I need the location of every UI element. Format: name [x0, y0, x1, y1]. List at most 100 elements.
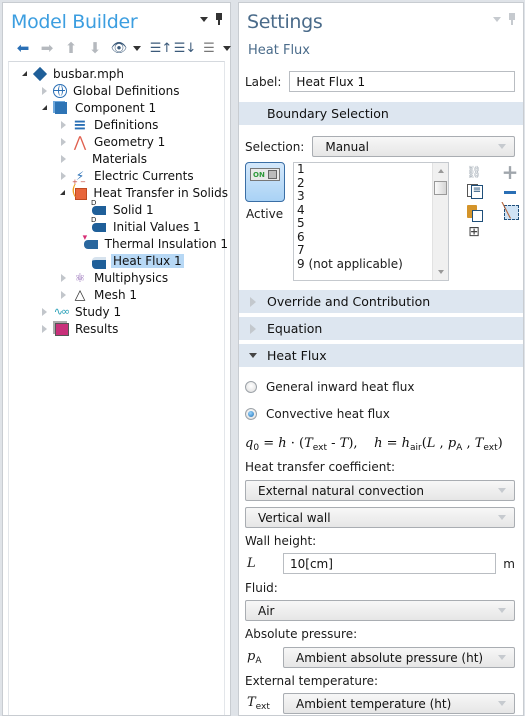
active-toggle-button[interactable]: ON	[245, 162, 285, 202]
model-tree: busbar.mph Global Definitions Component …	[3, 65, 230, 337]
on-switch-icon: ON	[250, 168, 280, 181]
htc-dropdown[interactable]: External natural convection	[245, 480, 515, 501]
move-up-icon[interactable]: ⬆	[59, 39, 83, 57]
label-input[interactable]	[289, 71, 515, 92]
panel-menu-icon[interactable]	[200, 16, 208, 22]
study-icon	[53, 305, 69, 319]
panel-controls	[200, 13, 222, 25]
list-options-dropdown[interactable]	[221, 45, 233, 51]
show-dropdown[interactable]	[131, 45, 143, 51]
boundary-feature-icon	[91, 254, 107, 269]
boundary-list-item[interactable]: 7	[294, 243, 448, 258]
expand-toggle[interactable]	[58, 154, 68, 164]
back-arrow-icon[interactable]: ⬅	[11, 39, 35, 57]
add-to-selection-icon[interactable]: +	[501, 160, 519, 184]
panel-menu-icon[interactable]	[493, 16, 501, 22]
tree-node-label: Global Definitions	[73, 83, 180, 98]
expand-toggle[interactable]	[39, 324, 49, 334]
tree-node-heat-flux[interactable]: Heat Flux 1	[3, 252, 230, 269]
clear-selection-icon[interactable]	[501, 203, 519, 221]
temp-symbol: Text	[247, 695, 270, 712]
remove-from-selection-icon[interactable]	[501, 183, 519, 201]
move-down-icon[interactable]: ⬇	[83, 39, 107, 57]
tree-node-study[interactable]: Study 1	[3, 303, 230, 320]
forward-arrow-icon[interactable]: ➡	[35, 39, 59, 57]
wall-height-input[interactable]	[283, 553, 496, 574]
tree-node-multiphysics[interactable]: Multiphysics	[3, 269, 230, 286]
radio-button[interactable]	[245, 381, 257, 393]
tree-node-label: Solid 1	[113, 202, 154, 217]
boundary-list-item[interactable]: 4	[294, 203, 448, 218]
section-equation[interactable]: Equation	[239, 317, 523, 340]
tree-node-root[interactable]: busbar.mph	[3, 65, 230, 82]
tree-node-heat-transfer[interactable]: Heat Transfer in Solids	[3, 183, 230, 201]
copy-selection-icon[interactable]	[465, 183, 483, 201]
definitions-icon	[72, 118, 88, 132]
boundary-list-item[interactable]: 2	[294, 176, 448, 191]
boundary-list-item[interactable]: 3	[294, 189, 448, 204]
list-options-icon[interactable]: ☰	[197, 39, 221, 57]
tree-node-solid[interactable]: Solid 1	[3, 199, 230, 218]
geometry-type-dropdown[interactable]: Vertical wall	[245, 507, 515, 528]
expand-toggle[interactable]	[58, 120, 68, 130]
section-override-contribution[interactable]: Override and Contribution	[239, 290, 523, 313]
expand-toggle[interactable]	[58, 273, 68, 283]
boundary-list-item[interactable]: 9 (not applicable)	[294, 257, 448, 272]
radio-button-selected[interactable]	[245, 408, 257, 420]
boundary-list[interactable]: 12345679 (not applicable)	[293, 162, 449, 281]
tree-node-global-definitions[interactable]: Global Definitions	[3, 82, 230, 99]
tree-node-geometry[interactable]: Geometry 1	[3, 133, 230, 150]
globe-icon	[53, 83, 67, 98]
expand-toggle[interactable]	[58, 171, 68, 181]
tree-node-component[interactable]: Component 1	[3, 99, 230, 116]
expand-toggle[interactable]	[58, 137, 68, 147]
paste-selection-icon[interactable]	[465, 203, 483, 222]
tree-node-label: Definitions	[94, 117, 159, 132]
domain-feature-icon	[91, 216, 107, 234]
tree-node-initial-values[interactable]: Initial Values 1	[3, 216, 230, 235]
model-file-icon	[33, 67, 47, 81]
link-selection-icon[interactable]	[465, 163, 483, 181]
boundary-list-item[interactable]: 6	[294, 230, 448, 245]
fluid-dropdown[interactable]: Air	[245, 600, 515, 621]
expand-toggle[interactable]	[58, 290, 68, 300]
collapse-toggle[interactable]	[39, 103, 49, 113]
show-icon[interactable]: 👁	[107, 39, 131, 57]
tree-node-thermal-insulation[interactable]: Thermal Insulation 1	[3, 233, 230, 256]
scroll-down-icon[interactable]	[438, 270, 444, 274]
wall-height-caption: Wall height:	[245, 534, 317, 548]
collapse-all-icon[interactable]: ☰↑	[149, 39, 173, 57]
radio-general-inward-heat-flux[interactable]: General inward heat flux	[245, 380, 415, 394]
collapse-icon	[239, 353, 267, 358]
list-scrollbar[interactable]	[432, 163, 448, 280]
tree-node-materials[interactable]: Materials	[3, 150, 230, 167]
collapse-toggle[interactable]	[19, 69, 29, 79]
section-heat-flux[interactable]: Heat Flux	[239, 344, 523, 367]
wall-height-symbol: L	[247, 556, 256, 571]
pin-icon[interactable]	[509, 13, 515, 25]
tree-node-electric-currents[interactable]: Electric Currents	[3, 167, 230, 186]
zoom-to-selection-icon[interactable]	[465, 223, 483, 241]
pin-icon[interactable]	[216, 13, 222, 25]
selection-value: Manual	[325, 139, 369, 154]
collapse-toggle[interactable]	[58, 188, 67, 198]
temperature-value: Ambient temperature (ht)	[296, 696, 452, 711]
expand-icon	[239, 297, 267, 307]
boundary-list-item[interactable]: 5	[294, 216, 448, 231]
selection-dropdown[interactable]: Manual	[312, 136, 515, 157]
expand-toggle[interactable]	[39, 307, 49, 317]
radio-convective-heat-flux[interactable]: Convective heat flux	[245, 407, 390, 421]
section-title: Equation	[267, 321, 323, 336]
tree-node-label: Heat Transfer in Solids	[93, 185, 228, 200]
tree-node-results[interactable]: Results	[3, 320, 230, 337]
pressure-dropdown[interactable]: Ambient absolute pressure (ht)	[283, 647, 515, 668]
scroll-thumb[interactable]	[434, 181, 447, 195]
temperature-dropdown[interactable]: Ambient temperature (ht)	[283, 693, 515, 714]
expand-toggle[interactable]	[39, 86, 49, 96]
expand-all-icon[interactable]: ☰↓	[173, 39, 197, 57]
boundary-list-item[interactable]: 1	[294, 163, 448, 177]
tree-node-definitions[interactable]: Definitions	[3, 116, 230, 133]
tree-node-mesh[interactable]: Mesh 1	[3, 286, 230, 303]
section-boundary-selection[interactable]: Boundary Selection	[239, 102, 523, 125]
scroll-up-icon[interactable]	[438, 169, 444, 173]
